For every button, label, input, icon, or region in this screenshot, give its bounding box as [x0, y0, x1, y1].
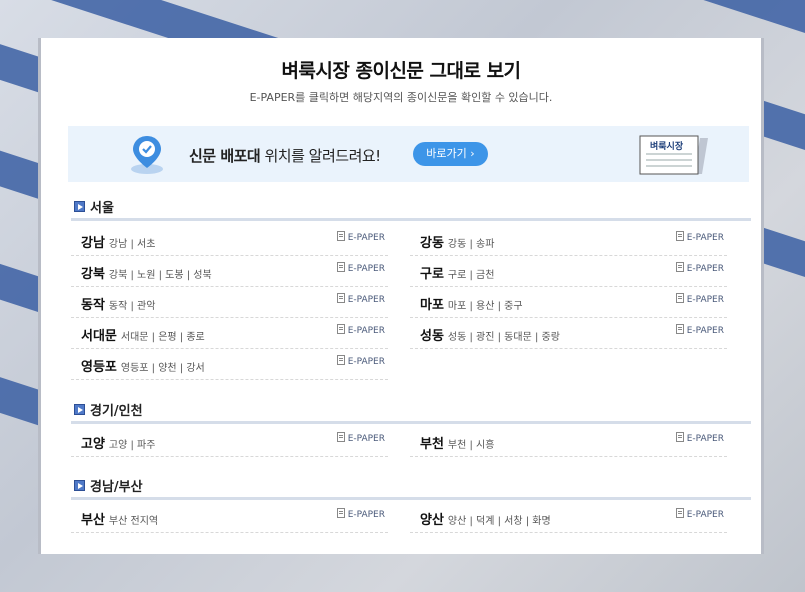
region-areas: 강동 | 송파 [447, 239, 495, 250]
region-row: 마포 마포 | 용산 | 중구 E-PAPER [410, 286, 727, 318]
region-label: 성동 [420, 329, 444, 344]
region-row: 성동 성동 | 광진 | 동대문 | 중랑 E-PAPER [410, 317, 727, 349]
region-label: 양산 [420, 513, 444, 528]
region-row: 영등포 영등포 | 양천 | 강서 E-PAPER [71, 348, 388, 380]
region-name: 강북 강북 | 노원 | 도봉 | 성북 [81, 263, 212, 282]
region-areas: 서대문 | 은평 | 종로 [120, 332, 205, 343]
epaper-link[interactable]: E-PAPER [337, 262, 385, 274]
region-label: 영등포 [81, 360, 117, 375]
go-shortcut-button[interactable]: 바로가기 › [413, 142, 488, 166]
epaper-link[interactable]: E-PAPER [337, 293, 385, 305]
section-header: 서울 [71, 196, 751, 221]
distribution-banner[interactable]: 신문 배포대 위치를 알려드려요! 바로가기 › 벼룩시장 [68, 126, 749, 182]
region-name: 구로 구로 | 금천 [420, 263, 494, 282]
section-gyeongnam-busan: 경남/부산 부산 부산 전지역 E-PAPER 양산 양산 | 덕계 | 서창 | 화… [71, 475, 751, 537]
section-header: 경남/부산 [71, 475, 751, 500]
epaper-link[interactable]: E-PAPER [337, 432, 385, 444]
region-name: 고양 고양 | 파주 [81, 433, 155, 452]
region-label: 부천 [420, 437, 444, 452]
region-label: 강동 [420, 236, 444, 251]
section-arrow-icon [74, 404, 85, 415]
section-gyeonggi-incheon: 경기/인천 고양 고양 | 파주 E-PAPER 부천 부천 | 시흥 E-PAPER [71, 399, 751, 461]
region-name: 부산 부산 전지역 [81, 509, 158, 528]
region-label: 동작 [81, 298, 105, 313]
section-arrow-icon [74, 201, 85, 212]
region-areas: 동작 | 관악 [108, 301, 156, 312]
epaper-link[interactable]: E-PAPER [676, 293, 724, 305]
region-name: 성동 성동 | 광진 | 동대문 | 중랑 [420, 325, 560, 344]
banner-text: 신문 배포대 위치를 알려드려요! [189, 145, 381, 166]
region-row: 서대문 서대문 | 은평 | 종로 E-PAPER [71, 317, 388, 349]
section-arrow-icon [74, 480, 85, 491]
region-label: 구로 [420, 267, 444, 282]
region-areas: 영등포 | 양천 | 강서 [120, 363, 205, 374]
region-name: 동작 동작 | 관악 [81, 294, 155, 313]
region-row: 부천 부천 | 시흥 E-PAPER [410, 425, 727, 457]
region-areas: 양산 | 덕계 | 서창 | 화명 [447, 516, 551, 527]
banner-text-rest: 위치를 알려드려요! [260, 147, 382, 165]
region-label: 강남 [81, 236, 105, 251]
region-row: 강동 강동 | 송파 E-PAPER [410, 224, 727, 256]
region-name: 강남 강남 | 서초 [81, 232, 155, 251]
region-name: 양산 양산 | 덕계 | 서창 | 화명 [420, 509, 551, 528]
region-row: 부산 부산 전지역 E-PAPER [71, 501, 388, 533]
region-areas: 강남 | 서초 [108, 239, 156, 250]
region-label: 부산 [81, 513, 105, 528]
region-name: 마포 마포 | 용산 | 중구 [420, 294, 523, 313]
epaper-link[interactable]: E-PAPER [676, 432, 724, 444]
region-areas: 구로 | 금천 [447, 270, 495, 281]
region-row: 고양 고양 | 파주 E-PAPER [71, 425, 388, 457]
epaper-link[interactable]: E-PAPER [337, 508, 385, 520]
region-row: 강북 강북 | 노원 | 도봉 | 성북 E-PAPER [71, 255, 388, 287]
section-title: 경기/인천 [90, 404, 143, 419]
region-name: 영등포 영등포 | 양천 | 강서 [81, 356, 205, 375]
section-header: 경기/인천 [71, 399, 751, 424]
section-title: 경남/부산 [90, 480, 143, 495]
region-row: 구로 구로 | 금천 E-PAPER [410, 255, 727, 287]
epaper-panel: 벼룩시장 종이신문 그대로 보기 E-PAPER를 클릭하면 해당지역의 종이신… [38, 38, 764, 554]
epaper-link[interactable]: E-PAPER [337, 355, 385, 367]
region-name: 부천 부천 | 시흥 [420, 433, 494, 452]
region-name: 강동 강동 | 송파 [420, 232, 494, 251]
page-title: 벼룩시장 종이신문 그대로 보기 [281, 60, 521, 82]
region-row: 강남 강남 | 서초 E-PAPER [71, 224, 388, 256]
region-name: 서대문 서대문 | 은평 | 종로 [81, 325, 205, 344]
region-areas: 고양 | 파주 [108, 440, 156, 451]
region-label: 서대문 [81, 329, 117, 344]
section-title: 서울 [90, 201, 114, 216]
region-areas: 강북 | 노원 | 도봉 | 성북 [108, 270, 212, 281]
newspaper-label: 벼룩시장 [650, 142, 684, 152]
region-areas: 마포 | 용산 | 중구 [447, 301, 523, 312]
region-label: 마포 [420, 298, 444, 313]
epaper-link[interactable]: E-PAPER [676, 262, 724, 274]
epaper-link[interactable]: E-PAPER [676, 231, 724, 243]
page-subtitle: E-PAPER를 클릭하면 해당지역의 종이신문을 확인할 수 있습니다. [249, 91, 553, 104]
epaper-link[interactable]: E-PAPER [337, 231, 385, 243]
region-row: 양산 양산 | 덕계 | 서창 | 화명 E-PAPER [410, 501, 727, 533]
epaper-link[interactable]: E-PAPER [676, 324, 724, 336]
region-label: 강북 [81, 267, 105, 282]
region-areas: 부산 전지역 [108, 516, 159, 527]
region-row: 동작 동작 | 관악 E-PAPER [71, 286, 388, 318]
epaper-link[interactable]: E-PAPER [337, 324, 385, 336]
region-label: 고양 [81, 437, 105, 452]
region-areas: 부천 | 시흥 [447, 440, 495, 451]
banner-text-bold: 신문 배포대 [189, 147, 261, 165]
section-seoul: 서울 강남 강남 | 서초 E-PAPER 강동 강동 | 송파 E-PAPER 강북 강… [71, 196, 751, 386]
location-pin-icon [131, 136, 163, 174]
region-areas: 성동 | 광진 | 동대문 | 중랑 [447, 332, 560, 343]
epaper-link[interactable]: E-PAPER [676, 508, 724, 520]
